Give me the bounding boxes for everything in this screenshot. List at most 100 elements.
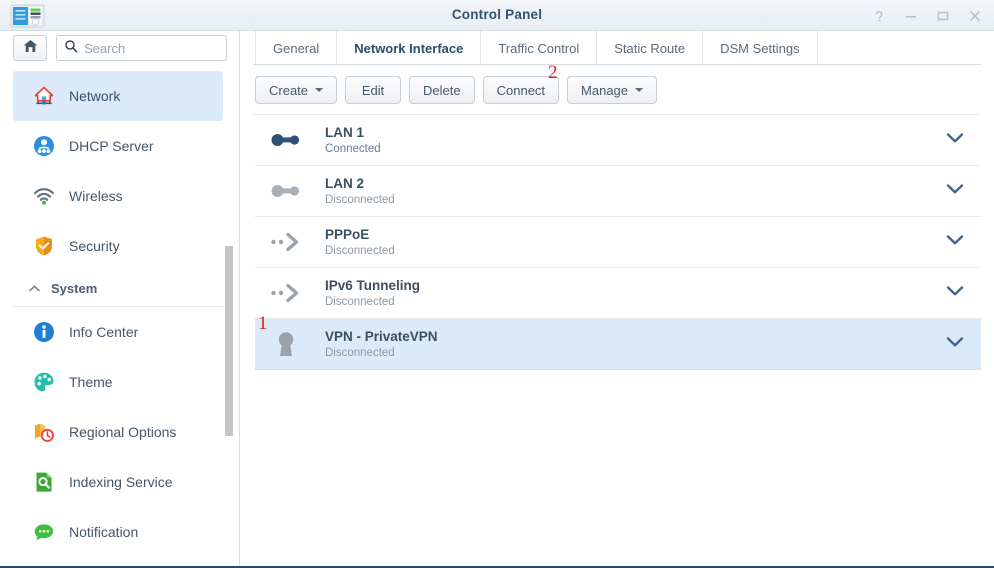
sidebar-item-wireless[interactable]: Wireless [13, 171, 223, 221]
tab-bar: General Network Interface Traffic Contro… [240, 31, 994, 65]
edit-button-label: Edit [361, 82, 385, 98]
sidebar-item-label: Regional Options [69, 424, 177, 440]
shield-icon [32, 234, 56, 258]
chevron-down-icon [946, 131, 964, 149]
info-icon [32, 320, 56, 344]
network-house-icon [32, 84, 56, 108]
delete-button[interactable]: Delete [409, 76, 475, 104]
sidebar-item-label: DHCP Server [69, 138, 154, 154]
search-input[interactable]: Search [56, 35, 227, 61]
control-panel-window: Control Panel Search Network DHCP Server… [0, 0, 994, 568]
pppoe-row[interactable]: PPPoE Disconnected [255, 217, 981, 268]
sidebar-item-security[interactable]: Security [13, 221, 223, 271]
sidebar-item-dhcp-server[interactable]: DHCP Server [13, 121, 223, 171]
active-tab-pointer-icon [388, 58, 404, 65]
tab-label: Static Route [614, 40, 686, 56]
chevron-up-icon [28, 282, 41, 295]
interface-status: Connected [325, 142, 381, 155]
chevron-down-icon [946, 233, 964, 251]
dhcp-server-icon [32, 134, 56, 158]
chevron-down-icon [946, 182, 964, 200]
interface-name: VPN - PrivateVPN [325, 328, 438, 344]
manage-button[interactable]: Manage [567, 76, 658, 104]
title-bar: Control Panel [0, 0, 994, 31]
manage-button-label: Manage [581, 82, 629, 98]
chevron-down-icon [315, 88, 324, 92]
sidebar-item-label: Network [69, 88, 121, 104]
sidebar-item-regional-options[interactable]: Regional Options [13, 407, 223, 457]
indexing-service-icon [32, 470, 56, 494]
tab-static-route[interactable]: Static Route [597, 31, 704, 65]
sidebar-item-label: Indexing Service [69, 474, 173, 490]
lan-1-text: LAN 1 Connected [305, 124, 929, 157]
sidebar-nav: Network DHCP Server Wireless Security Sy… [0, 71, 239, 566]
interface-status: Disconnected [325, 244, 395, 257]
ipv6-tunneling-expand-button[interactable] [929, 284, 981, 302]
help-icon[interactable] [872, 9, 886, 23]
maximize-icon[interactable] [936, 9, 950, 23]
tab-label: DSM Settings [720, 40, 800, 56]
sidebar-item-indexing-service[interactable]: Indexing Service [13, 457, 223, 507]
sidebar: Search Network DHCP Server Wireless Secu… [0, 31, 240, 566]
search-icon [64, 39, 78, 58]
interface-name: LAN 2 [325, 175, 365, 191]
create-button[interactable]: Create [255, 76, 338, 104]
vpn-keyhole-icon [267, 327, 305, 361]
window-controls [872, 0, 982, 31]
tab-label: Network Interface [354, 40, 464, 56]
create-button-label: Create [269, 82, 309, 98]
action-toolbar: Create Edit Delete Connect Manage [240, 65, 994, 115]
interface-name: PPPoE [325, 226, 370, 242]
lan-2-expand-button[interactable] [929, 182, 981, 200]
home-icon [22, 38, 39, 59]
interface-status: Disconnected [325, 193, 395, 206]
lan-1-expand-button[interactable] [929, 131, 981, 149]
chevron-down-icon [635, 88, 644, 92]
vpn-privatevpn-text: VPN - PrivateVPN Disconnected [305, 328, 929, 361]
network-interface-list: LAN 1 Connected LAN 2 Disconnected PPPoE… [255, 115, 981, 566]
close-icon[interactable] [968, 9, 982, 23]
lan-connected-icon [267, 123, 305, 157]
sidebar-item-label: Info Center [69, 324, 139, 340]
connect-button-label: Connect [496, 82, 546, 98]
annotation-marker-2: 2 [548, 62, 558, 83]
window-title: Control Panel [451, 7, 543, 22]
chevron-down-icon [946, 284, 964, 302]
chevron-down-icon [946, 335, 964, 353]
lan-2-row[interactable]: LAN 2 Disconnected [255, 166, 981, 217]
ipv6-tunneling-row[interactable]: IPv6 Tunneling Disconnected [255, 268, 981, 319]
home-button[interactable] [13, 35, 47, 61]
tab-traffic-control[interactable]: Traffic Control [481, 31, 598, 65]
lan-1-row[interactable]: LAN 1 Connected [255, 115, 981, 166]
search-placeholder: Search [84, 40, 126, 56]
sidebar-item-label: Notification [69, 524, 139, 540]
annotation-marker-1: 1 [258, 313, 268, 334]
sidebar-item-label: Security [69, 238, 120, 254]
tab-label: Traffic Control [498, 40, 580, 56]
sidebar-item-theme[interactable]: Theme [13, 357, 223, 407]
interface-status: Disconnected [325, 346, 395, 359]
minimize-icon[interactable] [904, 9, 918, 23]
lan-disconnected-icon [267, 174, 305, 208]
pppoe-expand-button[interactable] [929, 233, 981, 251]
sidebar-group-system[interactable]: System [13, 271, 223, 307]
sidebar-item-notification[interactable]: Notification [13, 507, 223, 557]
regional-options-icon [32, 420, 56, 444]
tab-general[interactable]: General [255, 31, 338, 65]
sidebar-item-network[interactable]: Network [13, 71, 223, 121]
sidebar-item-label: Wireless [69, 188, 123, 204]
sidebar-item-info-center[interactable]: Info Center [13, 307, 223, 357]
pppoe-arrow-icon [267, 225, 305, 259]
interface-name: IPv6 Tunneling [325, 277, 421, 293]
vpn-privatevpn-row[interactable]: VPN - PrivateVPN Disconnected [255, 319, 981, 370]
delete-button-label: Delete [423, 82, 461, 98]
edit-button[interactable]: Edit [345, 76, 402, 104]
lan-2-text: LAN 2 Disconnected [305, 175, 929, 208]
tab-dsm-settings[interactable]: DSM Settings [703, 31, 818, 65]
sidebar-scrollbar[interactable] [225, 246, 233, 436]
sidebar-item-label: Theme [69, 374, 113, 390]
tab-network-interface[interactable]: Network Interface [337, 31, 482, 65]
tab-label: General [273, 40, 320, 56]
window-body: Search Network DHCP Server Wireless Secu… [0, 31, 994, 566]
vpn-privatevpn-expand-button[interactable] [929, 335, 981, 353]
